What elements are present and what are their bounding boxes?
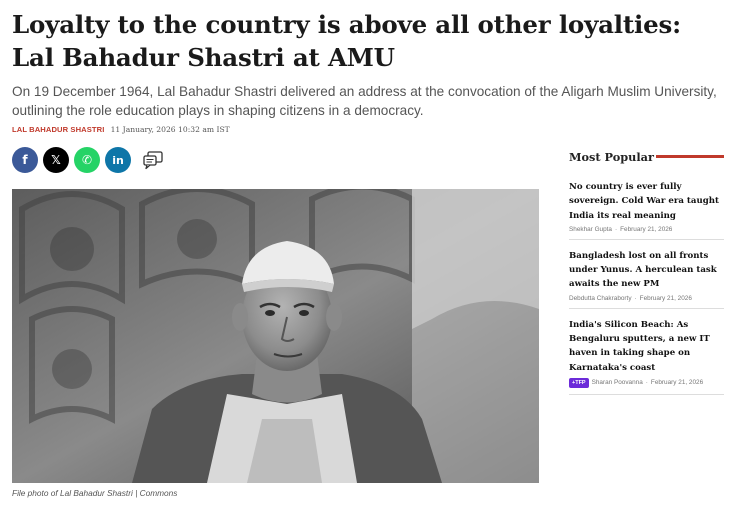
publish-date: 11 January, 2026 10:32 am IST: [110, 125, 230, 134]
most-popular-sidebar: Most Popular No country is ever fully so…: [569, 150, 724, 404]
meta-separator: ·: [615, 225, 618, 233]
popular-item-title[interactable]: Bangladesh lost on all fronts under Yunu…: [569, 249, 724, 292]
shastri-portrait-image: [12, 189, 539, 483]
byline: LAL BAHADUR SHASTRI 11 January, 2026 10:…: [12, 125, 230, 134]
popular-item[interactable]: No country is ever fully sovereign. Cold…: [569, 180, 724, 240]
popular-item-title[interactable]: No country is ever fully sovereign. Cold…: [569, 180, 724, 223]
popular-item-title[interactable]: India's Silicon Beach: As Bengaluru sput…: [569, 318, 724, 375]
x-share-button[interactable]: 𝕏: [43, 147, 69, 173]
comment-icon: [143, 151, 163, 170]
article-dek: On 19 December 1964, Lal Bahadur Shastri…: [12, 84, 717, 118]
popular-item-author[interactable]: Shekhar Gupta: [569, 226, 612, 233]
heading-accent-rule: [656, 155, 724, 158]
tfp-badge: +TFP: [569, 377, 589, 388]
author-link[interactable]: LAL BAHADUR SHASTRI: [12, 125, 104, 134]
photo-caption: File photo of Lal Bahadur Shastri | Comm…: [12, 488, 178, 498]
whatsapp-icon: ✆: [81, 153, 93, 167]
most-popular-heading: Most Popular: [569, 150, 724, 168]
popular-item-meta: Debdutta Chakraborty · February 21, 2026: [569, 295, 724, 302]
popular-item-date: February 21, 2026: [639, 294, 692, 302]
popular-item-meta: Shekhar Gupta · February 21, 2026: [569, 226, 724, 233]
popular-item-meta: +TFP Sharan Poovanna · February 21, 2026: [569, 377, 724, 388]
popular-item-date: February 21, 2026: [650, 379, 704, 387]
most-popular-label: Most Popular: [569, 150, 654, 164]
article-headline: Loyalty to the country is above all othe…: [12, 10, 681, 72]
meta-separator: ·: [634, 294, 637, 302]
whatsapp-share-button[interactable]: ✆: [74, 147, 100, 173]
meta-separator: ·: [645, 379, 648, 387]
popular-item[interactable]: Bangladesh lost on all fronts under Yunu…: [569, 249, 724, 309]
share-bar: f 𝕏 ✆ in: [12, 147, 166, 173]
comments-button[interactable]: [140, 147, 166, 173]
article-photo: [12, 189, 539, 483]
linkedin-icon: in: [112, 153, 124, 167]
linkedin-share-button[interactable]: in: [105, 147, 131, 173]
popular-item[interactable]: India's Silicon Beach: As Bengaluru sput…: [569, 318, 724, 395]
facebook-share-button[interactable]: f: [12, 147, 38, 173]
x-icon: 𝕏: [51, 153, 61, 167]
popular-item-author[interactable]: Debdutta Chakraborty: [569, 295, 632, 302]
popular-item-date: February 21, 2026: [620, 225, 673, 233]
facebook-icon: f: [22, 153, 28, 167]
popular-item-author[interactable]: Sharan Poovanna: [592, 379, 643, 386]
